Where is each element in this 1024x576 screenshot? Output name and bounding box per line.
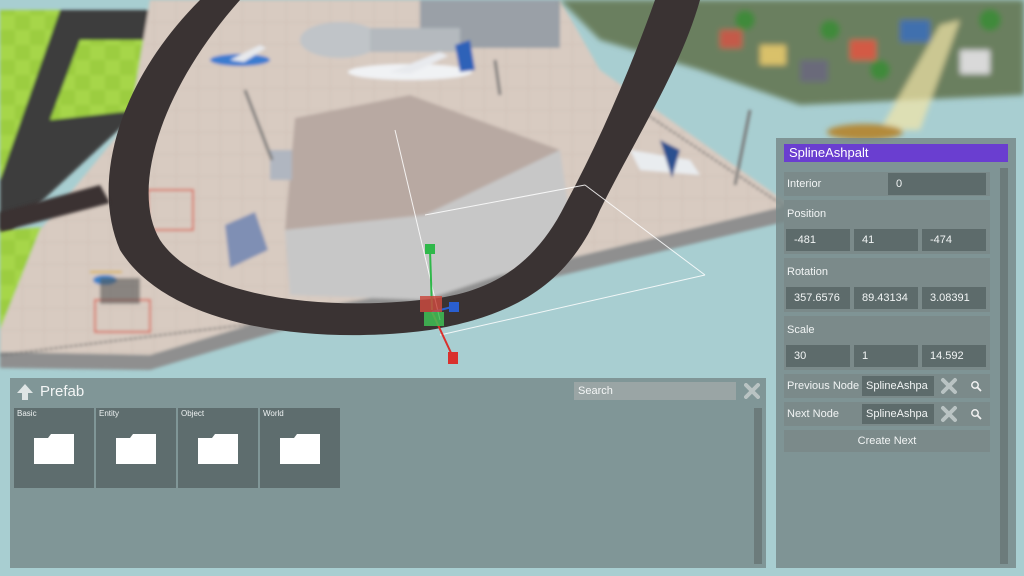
- position-x-field[interactable]: -481: [786, 229, 850, 251]
- inspector-scrollbar[interactable]: [1000, 168, 1008, 564]
- clear-icon[interactable]: [940, 405, 958, 423]
- next-node-row: Next Node SplineAshpa: [784, 402, 990, 426]
- rotation-z-field[interactable]: 3.08391: [922, 287, 986, 309]
- folder-tile-basic[interactable]: Basic: [14, 408, 94, 488]
- next-node-label: Next Node: [787, 408, 839, 420]
- create-next-button[interactable]: Create Next: [784, 430, 990, 452]
- terminal-dome: [300, 22, 380, 58]
- tree: [979, 9, 1001, 31]
- folder-label: World: [263, 409, 284, 418]
- folder-icon: [116, 434, 156, 464]
- tower-base: [270, 150, 292, 180]
- house: [960, 50, 990, 74]
- house: [800, 60, 828, 82]
- folder-tile-entity[interactable]: Entity: [96, 408, 176, 488]
- search-icon[interactable]: [970, 380, 982, 392]
- helipad: [100, 278, 140, 304]
- house: [720, 30, 742, 48]
- terminal-wing: [370, 28, 460, 52]
- scale-x-field[interactable]: 30: [786, 345, 850, 367]
- tree: [820, 20, 840, 40]
- rotation-x-field[interactable]: 357.6576: [786, 287, 850, 309]
- folder-tile-object[interactable]: Object: [178, 408, 258, 488]
- inspector-panel: SplineAshpalt Interior 0 Position -481 4…: [776, 138, 1016, 568]
- gizmo-y-handle[interactable]: [425, 244, 435, 254]
- scale-row: Scale 30 1 14.592: [784, 316, 990, 370]
- position-label: Position: [787, 208, 827, 220]
- next-node-field[interactable]: SplineAshpa: [862, 404, 934, 424]
- house: [900, 20, 930, 42]
- folder-label: Object: [181, 409, 205, 418]
- gizmo-plane-handle[interactable]: [424, 312, 444, 326]
- gizmo-x-handle[interactable]: [448, 352, 458, 364]
- position-z-field[interactable]: -474: [922, 229, 986, 251]
- scale-z-field[interactable]: 14.592: [922, 345, 986, 367]
- folder-label: Basic: [17, 409, 37, 418]
- inspector-title: SplineAshpalt: [784, 144, 1008, 162]
- rotation-row: Rotation 357.6576 89.43134 3.08391: [784, 258, 990, 312]
- prefab-header: Prefab: [10, 378, 766, 406]
- gizmo-plane-handle[interactable]: [420, 296, 442, 312]
- folder-tile-world[interactable]: World: [260, 408, 340, 488]
- scale-label: Scale: [787, 324, 815, 336]
- tree: [870, 60, 890, 80]
- gizmo-z-handle[interactable]: [449, 302, 459, 312]
- scale-y-field[interactable]: 1: [854, 345, 918, 367]
- folder-label: Entity: [99, 409, 120, 418]
- house: [850, 40, 876, 60]
- folder-icon: [34, 434, 74, 464]
- previous-node-label: Previous Node: [787, 380, 860, 392]
- prefab-scrollbar[interactable]: [754, 408, 762, 564]
- interior-label: Interior: [787, 178, 822, 190]
- rotation-y-field[interactable]: 89.43134: [854, 287, 918, 309]
- close-icon[interactable]: [744, 383, 760, 399]
- position-row: Position -481 41 -474: [784, 200, 990, 254]
- search-icon[interactable]: [970, 408, 982, 420]
- prefab-panel: Prefab Basic Entity Object World: [10, 378, 766, 568]
- clear-icon[interactable]: [940, 377, 958, 395]
- position-y-field[interactable]: 41: [854, 229, 918, 251]
- search-input[interactable]: [574, 382, 736, 400]
- folder-icon: [280, 434, 320, 464]
- tree: [735, 10, 755, 30]
- interior-field[interactable]: 0: [888, 173, 986, 195]
- previous-node-field[interactable]: SplineAshpa: [862, 376, 934, 396]
- prefab-title: Prefab: [40, 383, 85, 400]
- folder-icon: [198, 434, 238, 464]
- interior-row: Interior 0: [784, 172, 990, 196]
- up-arrow-icon[interactable]: [16, 383, 34, 401]
- rotation-label: Rotation: [787, 266, 828, 278]
- house: [760, 45, 786, 65]
- previous-node-row: Previous Node SplineAshpa: [784, 374, 990, 398]
